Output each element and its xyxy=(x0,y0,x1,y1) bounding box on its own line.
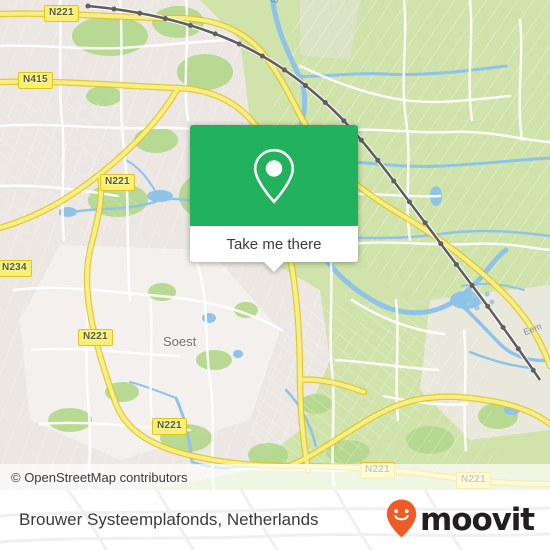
page-title: Brouwer Systeemplafonds, Netherlands xyxy=(19,510,319,529)
location-popup: Take me there xyxy=(190,125,358,272)
moovit-pin-smiley-icon xyxy=(385,498,418,543)
map-attribution-bar: © OpenStreetMap contributors xyxy=(0,464,550,490)
road-shield: N234 xyxy=(0,260,32,277)
road-shield: N221 xyxy=(44,5,79,22)
osm-attribution-text[interactable]: © OpenStreetMap contributors xyxy=(0,470,188,485)
take-me-there-button[interactable]: Take me there xyxy=(190,226,358,272)
popup-pin-panel xyxy=(190,125,358,226)
take-me-there-label: Take me there xyxy=(226,235,322,253)
map-canvas[interactable]: N221 N415 N221 N234 N221 N221 N221 N221 … xyxy=(0,0,550,490)
road-shield: N221 xyxy=(152,418,187,435)
footer-bar: Brouwer Systeemplafonds, Netherlands moo… xyxy=(0,490,550,550)
moovit-brand-logo[interactable]: moovit xyxy=(385,498,535,543)
moovit-wordmark: moovit xyxy=(420,501,535,538)
map-pin-icon xyxy=(251,147,297,205)
road-shield: N221 xyxy=(100,174,135,191)
popup-tail xyxy=(263,261,285,272)
place-label-soest: Soest xyxy=(163,334,197,349)
road-shield: N415 xyxy=(18,72,53,89)
moovit-location-card: N221 N415 N221 N234 N221 N221 N221 N221 … xyxy=(0,0,550,550)
road-shield: N221 xyxy=(78,329,113,346)
